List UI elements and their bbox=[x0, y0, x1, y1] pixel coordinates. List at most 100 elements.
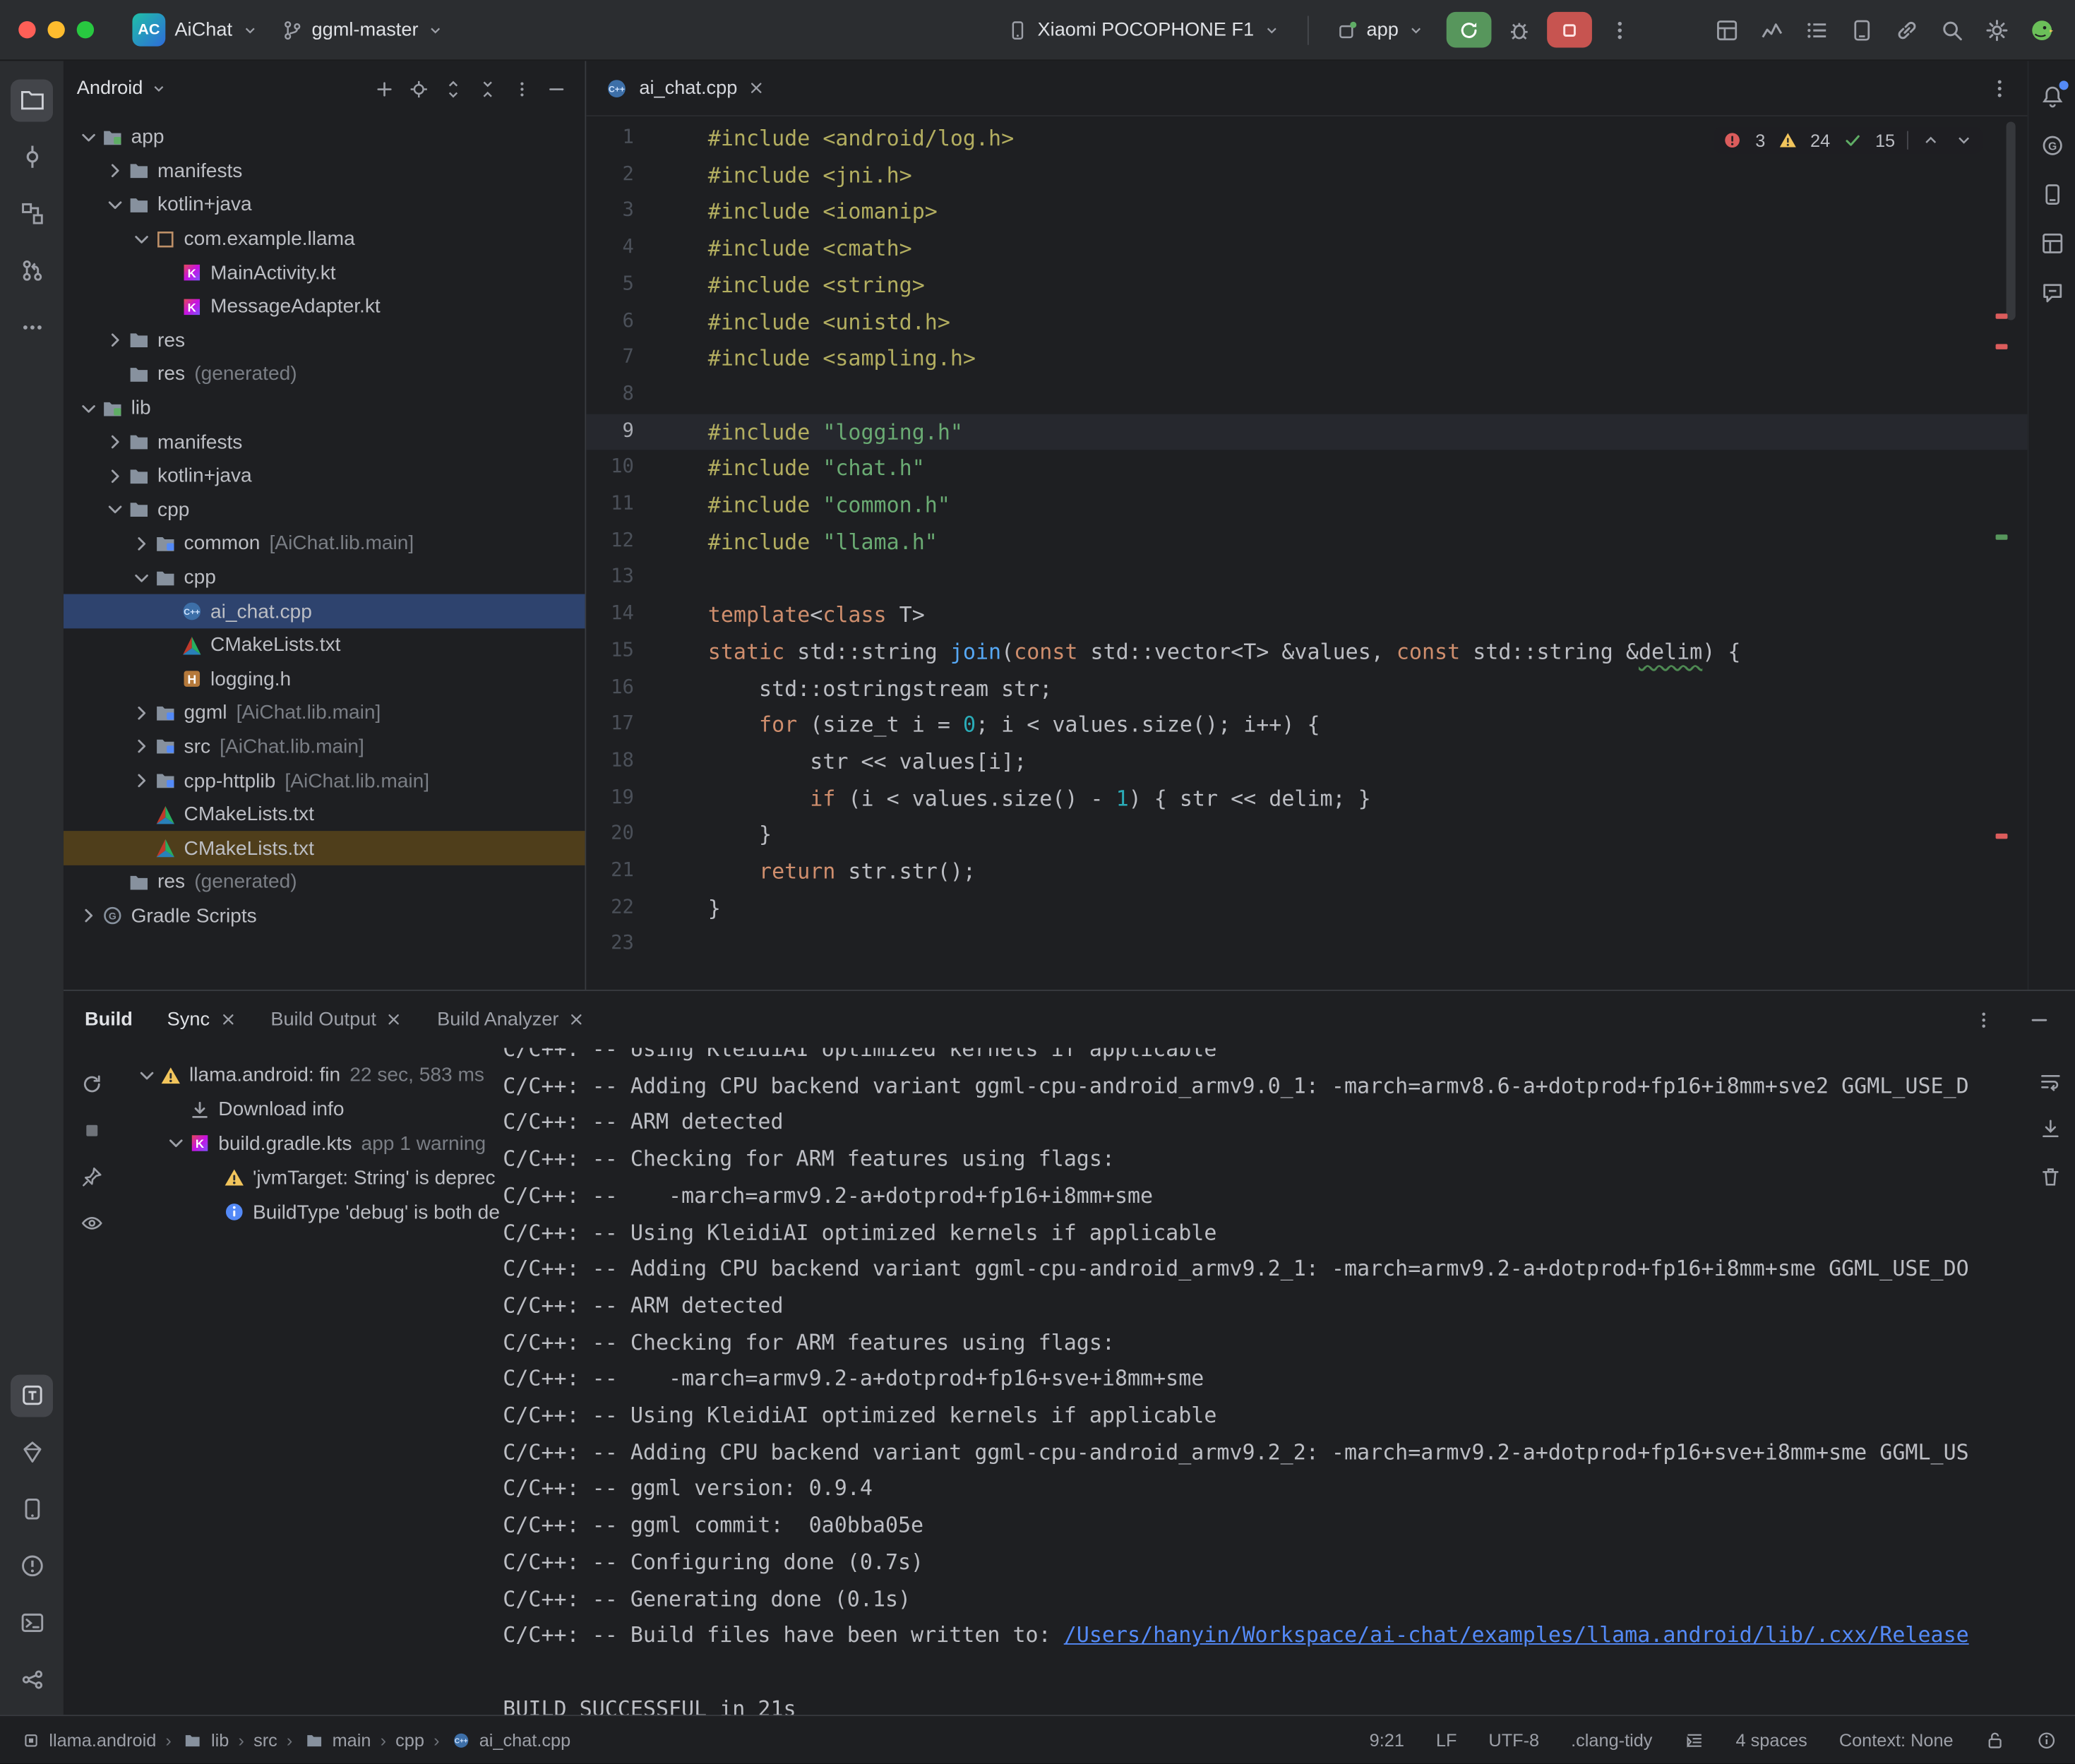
problems-tool-button[interactable] bbox=[11, 1544, 53, 1587]
hide-panel-button[interactable] bbox=[540, 73, 572, 104]
line-number[interactable]: 19 bbox=[586, 780, 633, 817]
code-line-23[interactable]: 23 bbox=[586, 927, 2027, 964]
editor-tab-ai-chat-cpp[interactable]: C++ ai_chat.cpp bbox=[586, 61, 784, 115]
line-number[interactable]: 11 bbox=[586, 487, 633, 524]
settings-button[interactable] bbox=[1980, 13, 2014, 47]
version-control-tool-button[interactable] bbox=[11, 1659, 53, 1701]
code-line-14[interactable]: 14template<class T> bbox=[586, 597, 2027, 634]
line-number[interactable]: 17 bbox=[586, 707, 633, 743]
profiler-button[interactable] bbox=[1754, 13, 1789, 47]
build-tree-item-buildtype-debug-is-both-de[interactable]: BuildType 'debug' is both de bbox=[64, 1195, 503, 1229]
code-line-2[interactable]: 2#include <jni.h> bbox=[586, 157, 2027, 193]
line-number[interactable]: 2 bbox=[586, 157, 633, 193]
tree-item-ai-chat-cpp[interactable]: C++ai_chat.cpp bbox=[64, 594, 585, 628]
tree-item-lib[interactable]: lib bbox=[64, 391, 585, 425]
zoom-window-button[interactable] bbox=[77, 21, 94, 38]
gradle-tool-button[interactable]: G bbox=[2033, 126, 2070, 163]
project-options-button[interactable] bbox=[506, 73, 537, 104]
add-button[interactable] bbox=[368, 73, 400, 104]
project-selector[interactable]: AC AiChat bbox=[121, 6, 270, 53]
close-tab-icon[interactable] bbox=[748, 79, 765, 96]
editor-scrollbar[interactable] bbox=[2007, 121, 2016, 320]
hide-build-panel-button[interactable] bbox=[2022, 1002, 2057, 1037]
scroll-to-end-button[interactable] bbox=[2035, 1114, 2064, 1143]
clang-tidy-widget[interactable]: .clang-tidy bbox=[1571, 1730, 1652, 1750]
code-line-17[interactable]: 17 for (size_t i = 0; i < values.size();… bbox=[586, 707, 2027, 743]
commit-tool-button[interactable] bbox=[11, 136, 53, 178]
line-number[interactable]: 14 bbox=[586, 597, 633, 634]
debug-button[interactable] bbox=[1502, 13, 1536, 47]
build-options-button[interactable] bbox=[1966, 1002, 2001, 1037]
tree-item-kotlin-java[interactable]: kotlin+java bbox=[64, 188, 585, 222]
code-line-9[interactable]: 9#include "logging.h" bbox=[586, 414, 2027, 450]
build-console[interactable]: C/C++: -- Using KleidiAI optimized kerne… bbox=[503, 1048, 2016, 1715]
notifications-button[interactable] bbox=[2033, 78, 2070, 114]
minimize-window-button[interactable] bbox=[47, 21, 64, 38]
device-explorer-button[interactable] bbox=[2033, 175, 2070, 212]
build-tab-build-output[interactable]: Build Output bbox=[270, 1009, 402, 1030]
breadcrumb-src[interactable]: src bbox=[253, 1730, 277, 1750]
tree-item-kotlin-java[interactable]: kotlin+java bbox=[64, 459, 585, 493]
close-tab-icon[interactable] bbox=[385, 1011, 402, 1028]
breadcrumb-ai-chat-cpp[interactable]: C++ai_chat.cpp bbox=[449, 1729, 571, 1751]
line-number[interactable]: 5 bbox=[586, 267, 633, 304]
layout-inspector-tool-button[interactable] bbox=[2033, 224, 2070, 261]
tree-item-manifests[interactable]: manifests bbox=[64, 155, 585, 188]
tree-item-app[interactable]: app bbox=[64, 121, 585, 155]
code-line-11[interactable]: 11#include "common.h" bbox=[586, 487, 2027, 524]
change-stripe-mark[interactable] bbox=[1996, 534, 2008, 539]
tree-item-ggml[interactable]: ggml[AiChat.lib.main] bbox=[64, 696, 585, 730]
collapse-all-button[interactable] bbox=[471, 73, 503, 104]
tree-item-manifests[interactable]: manifests bbox=[64, 425, 585, 459]
run-button[interactable] bbox=[1446, 12, 1491, 48]
tree-item-cmakelists-txt[interactable]: CMakeLists.txt bbox=[64, 798, 585, 832]
terminal-tool-button[interactable] bbox=[11, 1602, 53, 1644]
breadcrumb-lib[interactable]: lib bbox=[181, 1729, 229, 1751]
build-panel-title[interactable]: Build bbox=[85, 1009, 133, 1030]
inspection-status-widget[interactable] bbox=[2037, 1730, 2057, 1750]
tree-item-logging-h[interactable]: Hlogging.h bbox=[64, 662, 585, 696]
breadcrumb-main[interactable]: main bbox=[301, 1729, 371, 1751]
tree-item-mainactivity-kt[interactable]: KMainActivity.kt bbox=[64, 256, 585, 289]
close-tab-icon[interactable] bbox=[568, 1011, 585, 1028]
breadcrumb-cpp[interactable]: cpp bbox=[395, 1730, 424, 1750]
code-line-8[interactable]: 8 bbox=[586, 377, 2027, 414]
tree-item-cpp[interactable]: cpp bbox=[64, 560, 585, 594]
error-stripe-mark[interactable] bbox=[1996, 834, 2008, 839]
toolbar-more-button[interactable] bbox=[1602, 13, 1637, 47]
line-number[interactable]: 3 bbox=[586, 193, 633, 230]
line-number[interactable]: 22 bbox=[586, 890, 633, 927]
code-line-22[interactable]: 22} bbox=[586, 890, 2027, 927]
tree-item-res[interactable]: res(generated) bbox=[64, 357, 585, 391]
indent-widget[interactable]: 4 spaces bbox=[1736, 1730, 1807, 1750]
device-manager-button[interactable] bbox=[1845, 13, 1879, 47]
todo-list-button[interactable] bbox=[1800, 13, 1834, 47]
layout-inspector-button[interactable] bbox=[1710, 13, 1745, 47]
line-separator-widget[interactable]: LF bbox=[1436, 1730, 1457, 1750]
device-selector[interactable]: Xiaomi POCOPHONE F1 bbox=[995, 13, 1291, 47]
run-config-selector[interactable]: app bbox=[1324, 13, 1435, 47]
tree-item-res[interactable]: res bbox=[64, 323, 585, 357]
running-devices-tool-button[interactable] bbox=[11, 1374, 53, 1417]
line-number[interactable]: 1 bbox=[586, 121, 633, 157]
line-number[interactable]: 15 bbox=[586, 634, 633, 671]
line-number[interactable]: 23 bbox=[586, 927, 633, 964]
encoding-widget[interactable]: UTF-8 bbox=[1488, 1730, 1539, 1750]
line-number[interactable]: 20 bbox=[586, 817, 633, 853]
project-tool-button[interactable] bbox=[11, 79, 53, 121]
console-link[interactable]: /Users/hanyin/Workspace/ai-chat/examples… bbox=[1064, 1622, 1969, 1648]
structure-tool-button[interactable] bbox=[11, 193, 53, 235]
tree-item-com-example-llama[interactable]: com.example.llama bbox=[64, 222, 585, 256]
prev-problem-button[interactable] bbox=[1920, 130, 1942, 151]
build-tree-item-llama-android-fin[interactable]: llama.android: fin22 sec, 583 ms bbox=[64, 1059, 503, 1093]
line-number[interactable]: 7 bbox=[586, 340, 633, 377]
tree-item-res[interactable]: res(generated) bbox=[64, 865, 585, 899]
assistant-chat-button[interactable] bbox=[2033, 273, 2070, 310]
emulator-tool-button[interactable] bbox=[11, 1488, 53, 1530]
line-number[interactable]: 4 bbox=[586, 230, 633, 267]
build-tree-item-jvmtarget-string-is-deprec[interactable]: 'jvmTarget: String' is deprec bbox=[64, 1161, 503, 1195]
pull-requests-tool-button[interactable] bbox=[11, 249, 53, 292]
tree-item-cpp[interactable]: cpp bbox=[64, 493, 585, 527]
stop-button[interactable] bbox=[1547, 12, 1592, 48]
line-number[interactable]: 18 bbox=[586, 743, 633, 780]
